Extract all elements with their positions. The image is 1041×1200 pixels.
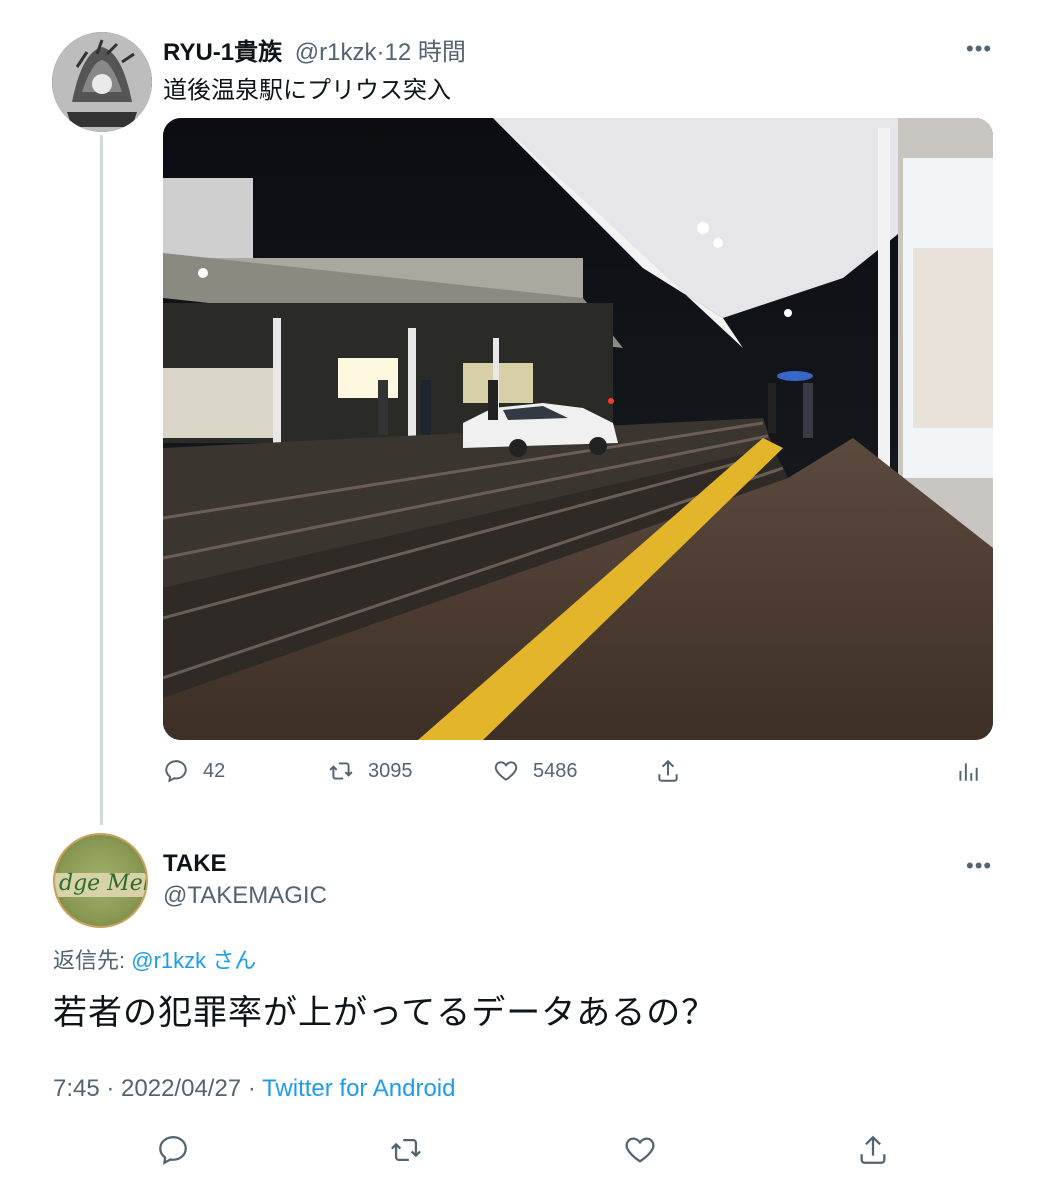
replying-to-label: 返信先: <box>53 948 126 973</box>
tweet-metadata: 7:45 · 2022/04/27 · Twitter for Android <box>53 1075 455 1103</box>
separator-dot: · <box>376 39 385 66</box>
share-icon <box>860 1135 886 1164</box>
tweet-time[interactable]: 12 時間 <box>385 39 466 66</box>
station-photo <box>163 118 993 740</box>
tweet-source[interactable]: Twitter for Android <box>262 1075 455 1102</box>
bottom-like-button[interactable] <box>623 1133 657 1172</box>
retweet-icon <box>329 762 353 780</box>
avatar-logo-text: dge Mell <box>59 871 148 896</box>
retweet-count: 3095 <box>368 759 413 782</box>
author-handle[interactable]: @r1kzk <box>295 39 377 66</box>
reply-author-name[interactable]: TAKE <box>163 850 227 878</box>
replying-to-suffix[interactable]: さん <box>212 948 256 973</box>
avatar-image <box>52 32 152 132</box>
analytics-icon <box>959 763 978 781</box>
author-name[interactable]: RYU-1貴族 <box>163 39 282 66</box>
bottom-reply-button[interactable] <box>156 1133 190 1172</box>
bottom-share-button[interactable] <box>856 1133 890 1172</box>
reply-author-handle[interactable]: @TAKEMAGIC <box>163 882 327 910</box>
reply-button[interactable]: 42 <box>163 758 225 784</box>
reply-icon <box>159 1135 187 1165</box>
tweet-text: 道後温泉駅にプリウス突入 <box>163 77 451 104</box>
replying-to: 返信先: @r1kzk さん <box>53 943 256 975</box>
retweet-button[interactable]: 3095 <box>328 758 413 784</box>
like-button[interactable]: 5486 <box>493 758 578 784</box>
timestamp[interactable]: 7:45 · 2022/04/27 · <box>53 1075 262 1102</box>
tweet-photo[interactable] <box>163 118 993 740</box>
bottom-retweet-button[interactable] <box>389 1133 423 1172</box>
tweet-header: RYU-1貴族 @r1kzk·12 時間 <box>163 32 466 67</box>
thread-connector-line <box>100 135 103 825</box>
reply-text: 若者の犯罪率が上がってるデータあるの？ <box>53 994 717 1032</box>
heart-icon <box>625 1137 655 1163</box>
retweet-icon <box>391 1138 421 1162</box>
reply-avatar[interactable]: dge Mell <box>53 833 148 928</box>
replying-to-mention[interactable]: @r1kzk <box>131 948 206 973</box>
like-count: 5486 <box>533 759 578 782</box>
share-icon <box>658 759 678 782</box>
share-button[interactable] <box>655 758 695 784</box>
heart-icon <box>494 761 518 781</box>
reply-more-options-icon[interactable]: ••• <box>966 853 992 879</box>
avatar[interactable] <box>52 32 152 132</box>
reply-count: 42 <box>203 759 226 782</box>
more-options-icon[interactable]: ••• <box>966 36 992 62</box>
analytics-button[interactable] <box>955 758 995 784</box>
reply-icon <box>165 760 187 783</box>
